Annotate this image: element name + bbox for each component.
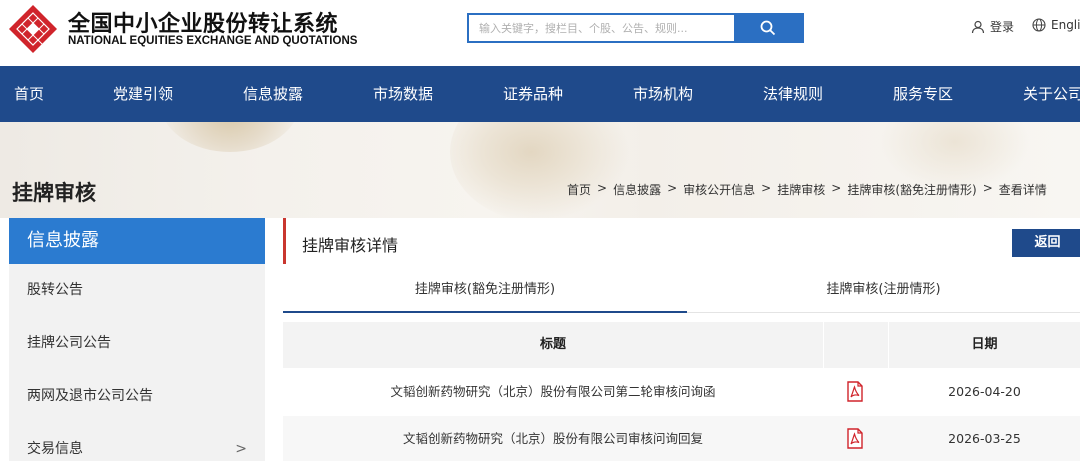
breadcrumb-separator: >	[761, 181, 772, 195]
breadcrumb: 首页 > 信息披露 > 审核公开信息 > 挂牌审核 > 挂牌审核(豁免注册情形)…	[567, 181, 1053, 198]
nav-item-market-data[interactable]: 市场数据	[373, 66, 433, 122]
sidebar-item-label: 股转公告	[27, 282, 83, 298]
site-header: 全国中小企业股份转让系统 NATIONAL EQUITIES EXCHANGE …	[0, 0, 1080, 66]
sidebar-item-neeq-announcements[interactable]: 股转公告	[9, 264, 265, 317]
nav-item-party[interactable]: 党建引领	[113, 66, 173, 122]
section-header: 挂牌审核详情 返回	[283, 218, 1080, 264]
nav-item-disclosure[interactable]: 信息披露	[243, 66, 303, 122]
breadcrumb-link[interactable]: 信息披露	[613, 181, 661, 198]
sidebar-item-trading-info[interactable]: 交易信息 >	[9, 423, 265, 461]
table-header: 标题 日期	[283, 322, 1080, 368]
breadcrumb-separator: >	[982, 181, 993, 195]
section-title: 挂牌审核详情	[302, 236, 399, 255]
column-header-date: 日期	[971, 337, 998, 352]
banner-decoration	[160, 122, 300, 152]
sidebar-item-label: 交易信息	[27, 441, 83, 457]
login-label: 登录	[990, 20, 1015, 34]
nav-item-services[interactable]: 服务专区	[893, 66, 953, 122]
brand-name-cn[interactable]: 全国中小企业股份转让系统	[68, 6, 338, 38]
nav-item-institutions[interactable]: 市场机构	[633, 66, 693, 122]
chevron-right-icon: >	[235, 441, 247, 457]
language-switch[interactable]: English	[1032, 18, 1080, 32]
search-input[interactable]	[469, 15, 734, 41]
column-header-title: 标题	[539, 337, 566, 352]
nav-item-about[interactable]: 关于公司	[1023, 66, 1080, 122]
table-row: 文韬创新药物研究（北京）股份有限公司审核问询回复 2026-03-25	[283, 416, 1080, 461]
brand-name-en[interactable]: NATIONAL EQUITIES EXCHANGE AND QUOTATION…	[68, 35, 357, 47]
breadcrumb-separator: >	[667, 181, 678, 195]
row-date: 2026-04-20	[948, 384, 1021, 399]
breadcrumb-current: 查看详情	[998, 183, 1047, 197]
sidebar: 信息披露 股转公告 挂牌公司公告 两网及退市公司公告 交易信息 >	[9, 218, 265, 461]
breadcrumb-separator: >	[597, 181, 608, 195]
column-divider	[888, 322, 889, 368]
nav-item-securities[interactable]: 证券品种	[503, 66, 563, 122]
column-header-attachment	[824, 322, 888, 368]
nav-item-home[interactable]: 首页	[14, 66, 44, 122]
row-title-link[interactable]: 文韬创新药物研究（北京）股份有限公司审核问询回复	[283, 416, 823, 461]
login-link[interactable]: 登录	[971, 18, 1014, 35]
row-date: 2026-03-25	[948, 431, 1021, 446]
breadcrumb-link[interactable]: 挂牌审核	[777, 181, 825, 198]
page-title: 挂牌审核	[12, 181, 96, 205]
banner-decoration	[450, 122, 630, 218]
sidebar-item-delisted-announcements[interactable]: 两网及退市公司公告	[9, 370, 265, 423]
breadcrumb-link[interactable]: 首页	[567, 181, 591, 198]
breadcrumb-separator: >	[831, 181, 842, 195]
page-banner: 挂牌审核 首页 > 信息披露 > 审核公开信息 > 挂牌审核 > 挂牌审核(豁免…	[0, 122, 1080, 218]
breadcrumb-link[interactable]: 挂牌审核(豁免注册情形)	[847, 181, 976, 198]
tab-exempt-registration[interactable]: 挂牌审核(豁免注册情形)	[283, 270, 687, 313]
main-content: 挂牌审核详情 返回 挂牌审核(豁免注册情形) 挂牌审核(注册情形) 标题 日期 …	[283, 218, 1080, 461]
tab-bar: 挂牌审核(豁免注册情形) 挂牌审核(注册情形)	[283, 270, 1080, 313]
search-icon	[760, 20, 776, 36]
neeq-logo-icon[interactable]	[8, 4, 58, 54]
column-divider	[823, 322, 824, 368]
pdf-icon[interactable]	[847, 381, 863, 402]
sidebar-heading: 信息披露	[9, 218, 265, 264]
sidebar-item-listed-company-announcements[interactable]: 挂牌公司公告	[9, 317, 265, 370]
main-nav: 首页 党建引领 信息披露 市场数据 证券品种 市场机构 法律规则 服务专区 关于…	[0, 66, 1080, 122]
tab-registration[interactable]: 挂牌审核(注册情形)	[687, 270, 1080, 313]
row-title-link[interactable]: 文韬创新药物研究（北京）股份有限公司第二轮审核问询函	[283, 369, 823, 415]
globe-icon	[1032, 18, 1046, 32]
pdf-icon[interactable]	[847, 428, 863, 449]
nav-item-rules[interactable]: 法律规则	[763, 66, 823, 122]
sidebar-item-label: 挂牌公司公告	[27, 335, 111, 351]
sidebar-item-label: 两网及退市公司公告	[27, 388, 153, 404]
user-icon	[971, 20, 985, 33]
back-button[interactable]: 返回	[1012, 229, 1080, 257]
breadcrumb-link[interactable]: 审核公开信息	[683, 181, 755, 198]
search-box	[467, 13, 804, 43]
search-button[interactable]	[734, 15, 802, 41]
language-label: English	[1051, 18, 1080, 32]
table-row: 文韬创新药物研究（北京）股份有限公司第二轮审核问询函 2026-04-20	[283, 369, 1080, 415]
